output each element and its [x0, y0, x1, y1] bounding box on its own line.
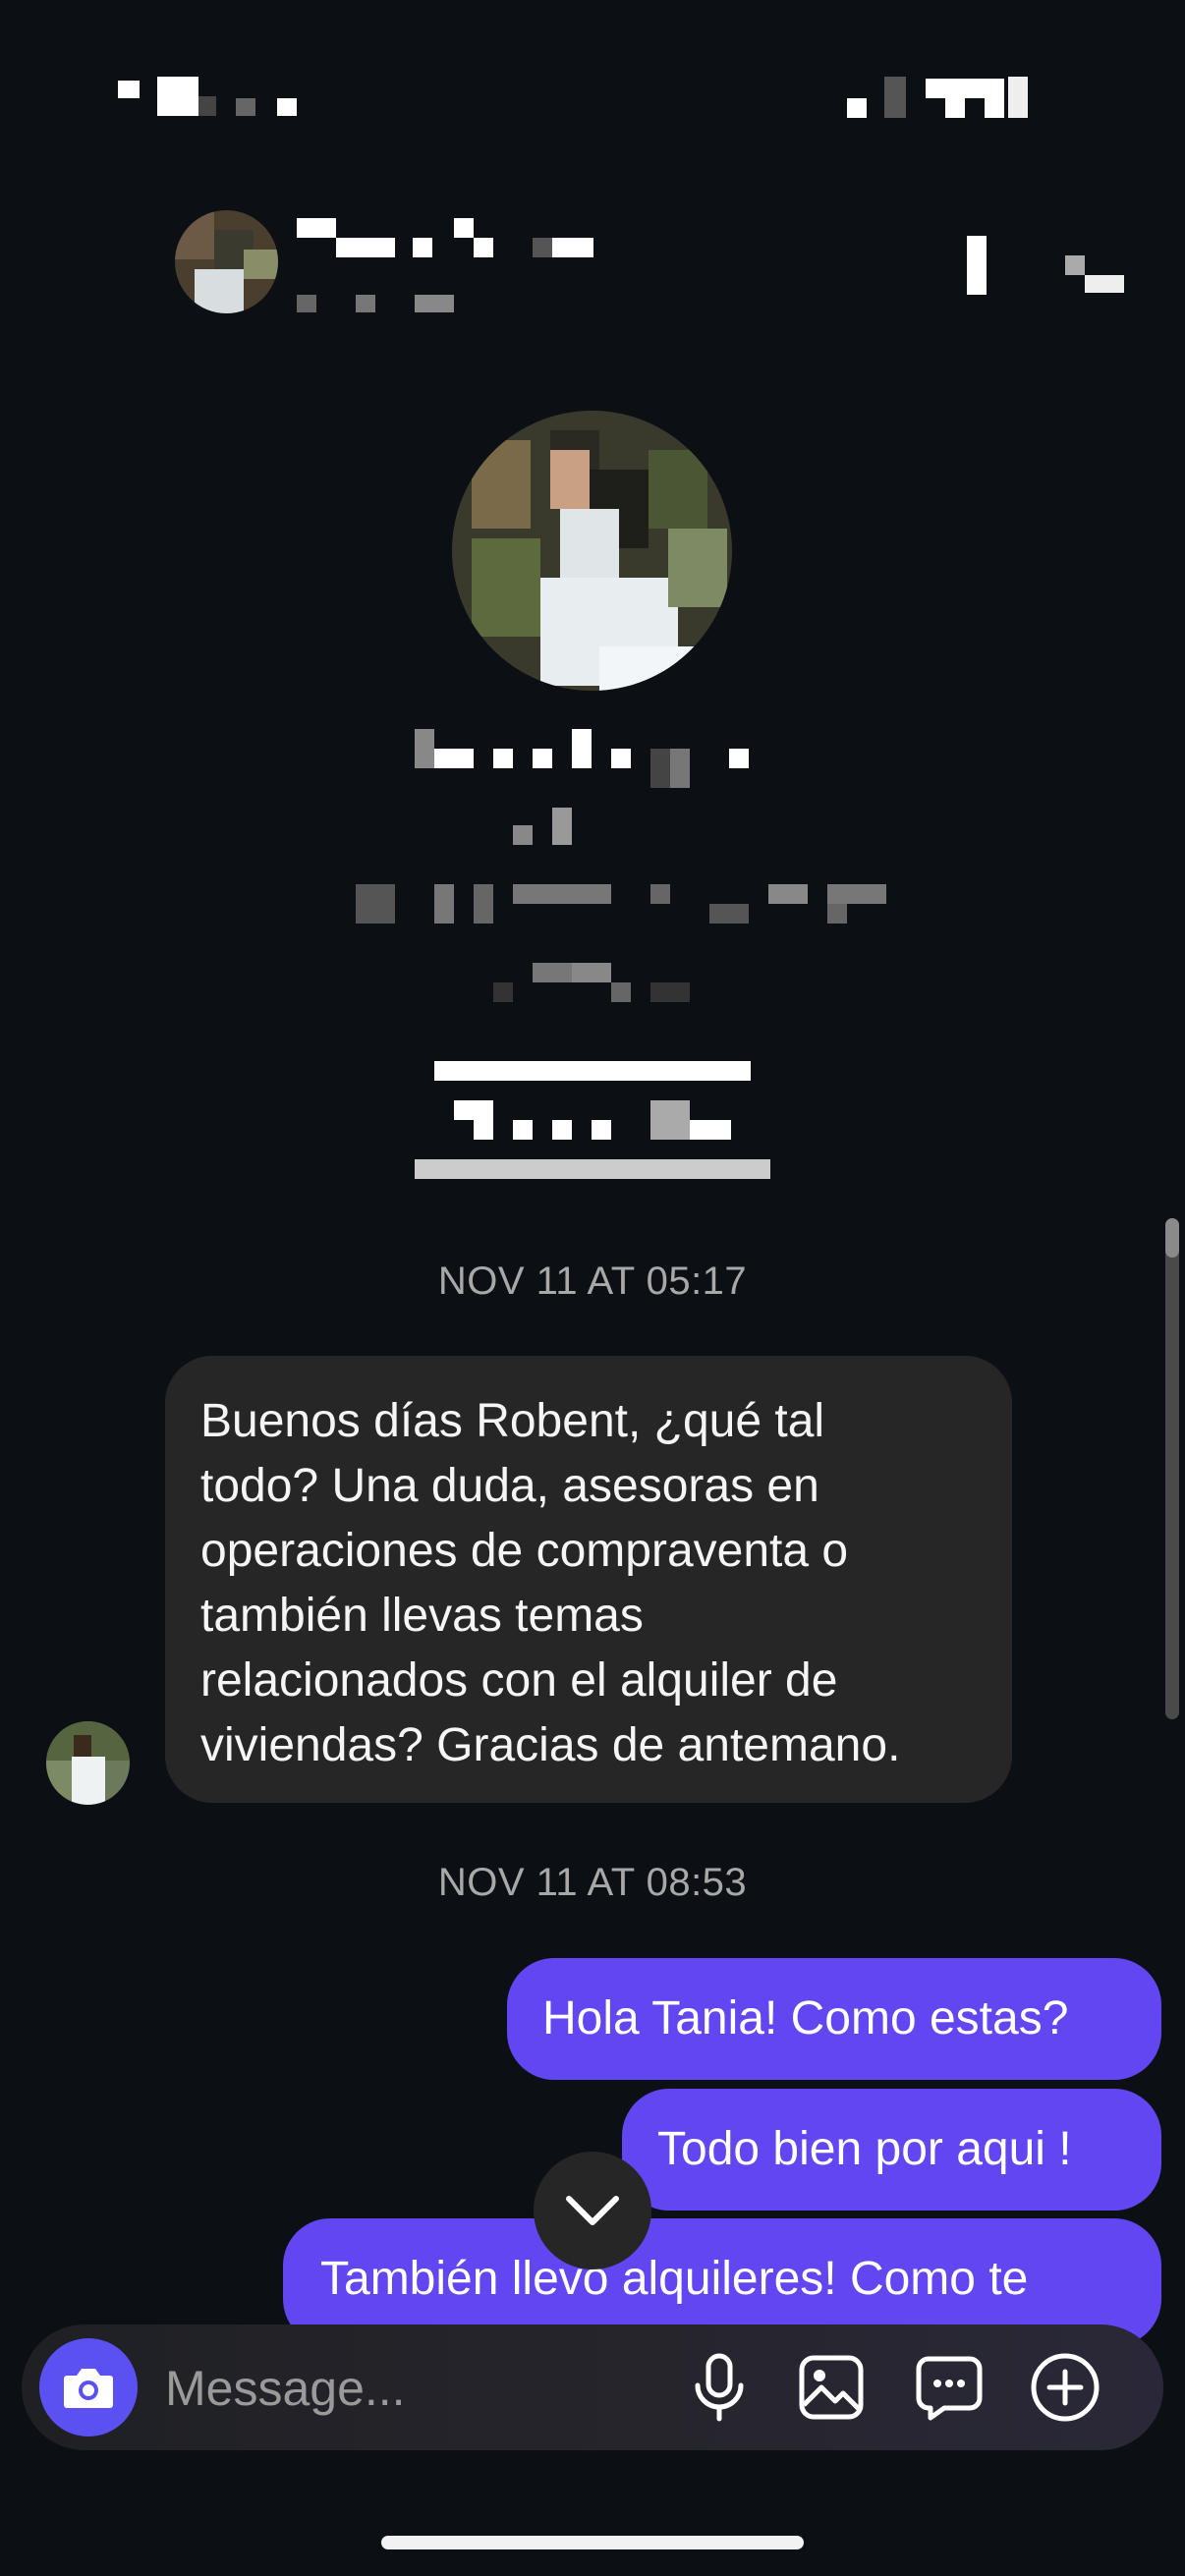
profile-details-censored-2	[434, 884, 454, 924]
timestamp: NOV 11 AT 05:17	[437, 1260, 748, 1303]
header-call-censored	[967, 236, 987, 295]
view-profile-censored-2	[454, 1100, 493, 1120]
view-profile-censored-6	[592, 1120, 611, 1140]
header-name-censored-1	[297, 218, 336, 238]
status-battery-censored	[1008, 77, 1028, 118]
sticker-chat-icon	[916, 2356, 983, 2421]
chevron-down-icon	[566, 2196, 619, 2225]
status-wifi-censored-2	[945, 98, 965, 118]
profile-name-censored-2	[434, 749, 474, 768]
profile-avatar-px-10	[599, 646, 698, 691]
profile-name-censored-1	[415, 729, 434, 768]
profile-avatar[interactable]	[452, 411, 732, 691]
header-name-censored-6	[533, 238, 552, 257]
outgoing-message-bubble[interactable]: Todo bien por aqui !	[622, 2089, 1161, 2211]
outgoing-message-bubble[interactable]: Hola Tania! Como estas?	[507, 1958, 1161, 2080]
profile-username-censored-2	[552, 808, 572, 845]
profile-avatar-px-9	[668, 529, 727, 607]
profile-mutual-censored-2	[533, 963, 572, 982]
home-indicator[interactable]	[381, 2536, 804, 2549]
profile-mutual-censored-3	[572, 963, 611, 982]
outgoing-message-text: También llevo alquileres! Como te	[320, 2253, 1029, 2305]
header-avatar-px-3	[195, 269, 244, 313]
profile-username-censored-1	[513, 825, 533, 845]
profile-details-censored-9	[827, 904, 847, 924]
header-avatar-px-1	[175, 210, 214, 259]
profile-name-censored-4	[533, 749, 552, 768]
profile-mutual-censored-5	[650, 982, 690, 1002]
view-profile-censored-8	[690, 1120, 731, 1140]
profile-name-censored-6	[611, 749, 631, 768]
profile-name-censored-7	[650, 749, 670, 788]
header-name-censored-7	[552, 238, 593, 257]
view-profile-censored-4	[513, 1120, 533, 1140]
plus-circle-icon	[1031, 2353, 1100, 2422]
timestamp: NOV 11 AT 08:53	[437, 1861, 748, 1904]
sender-avatar-px-3	[72, 1757, 105, 1805]
header-name-censored-4	[454, 218, 474, 238]
status-time-censored-4	[236, 98, 255, 116]
profile-mutual-censored-1	[493, 982, 513, 1002]
profile-details-censored-5	[650, 884, 670, 904]
header-name-censored-5	[474, 238, 493, 257]
microphone-button[interactable]	[678, 2346, 761, 2429]
header-sub-censored-2	[356, 295, 375, 312]
profile-details-censored-7	[768, 884, 808, 904]
profile-avatar-px-5	[649, 450, 707, 529]
profile-name-censored-3	[493, 749, 513, 768]
outgoing-message-text: Hola Tania! Como estas?	[542, 1992, 1069, 2044]
camera-button[interactable]	[39, 2338, 138, 2436]
profile-avatar-px-8	[472, 538, 540, 637]
view-profile-censored-7	[650, 1100, 690, 1140]
profile-name-censored-5	[572, 729, 592, 768]
profile-avatar-px-6	[560, 509, 619, 588]
profile-details-censored-8	[827, 884, 886, 904]
profile-details-censored-6	[709, 904, 749, 924]
status-wifi-censored	[926, 79, 1004, 98]
status-wifi-censored-3	[985, 98, 1004, 118]
header-avatar-px-4	[244, 250, 278, 279]
view-profile-censored-9	[415, 1159, 770, 1179]
header-video-censored-2	[1085, 275, 1124, 293]
header-name-censored-3	[413, 238, 432, 257]
camera-icon	[64, 2369, 113, 2408]
status-time-censored-3	[198, 96, 216, 116]
sender-avatar[interactable]	[46, 1721, 130, 1805]
header-sub-censored-1	[297, 295, 316, 312]
header-name-censored-2	[336, 238, 395, 257]
more-options-button[interactable]	[1024, 2346, 1106, 2429]
view-profile-censored-3	[474, 1120, 493, 1140]
profile-mutual-censored-4	[611, 982, 631, 1002]
incoming-message-text: Buenos días Robent, ¿qué tal todo? Una d…	[200, 1395, 901, 1771]
image-icon	[799, 2355, 864, 2420]
status-signal-censored-2	[884, 77, 906, 118]
profile-name-censored-8	[670, 749, 690, 788]
view-profile-censored-1	[434, 1061, 751, 1081]
incoming-message-bubble[interactable]: Buenos días Robent, ¿qué tal todo? Una d…	[165, 1356, 1012, 1803]
sender-avatar-px-4	[46, 1761, 72, 1805]
status-time-censored-5	[277, 98, 297, 116]
profile-details-censored-1	[356, 884, 395, 924]
header-avatar[interactable]	[175, 210, 278, 313]
status-time-censored-2	[157, 77, 198, 116]
header-sub-censored-3	[415, 295, 454, 312]
chat-scrollbar-thumb[interactable]	[1165, 1218, 1179, 1258]
gallery-button[interactable]	[790, 2346, 873, 2429]
outgoing-message-text: Todo bien por aqui !	[657, 2123, 1072, 2175]
header-video-censored-1	[1065, 255, 1085, 275]
scroll-to-bottom-button[interactable]	[534, 2152, 651, 2269]
status-signal-censored	[847, 98, 867, 118]
profile-avatar-px-3	[550, 450, 590, 509]
sticker-button[interactable]	[908, 2346, 990, 2429]
profile-details-censored-4	[513, 884, 611, 904]
view-profile-censored-5	[552, 1120, 572, 1140]
microphone-icon	[695, 2353, 744, 2422]
sender-avatar-px-2	[74, 1735, 91, 1759]
profile-avatar-px-1	[472, 440, 531, 529]
profile-name-censored-9	[729, 749, 749, 768]
profile-details-censored-3	[474, 884, 493, 924]
message-input[interactable]	[165, 2354, 656, 2423]
status-time-censored	[118, 81, 140, 98]
